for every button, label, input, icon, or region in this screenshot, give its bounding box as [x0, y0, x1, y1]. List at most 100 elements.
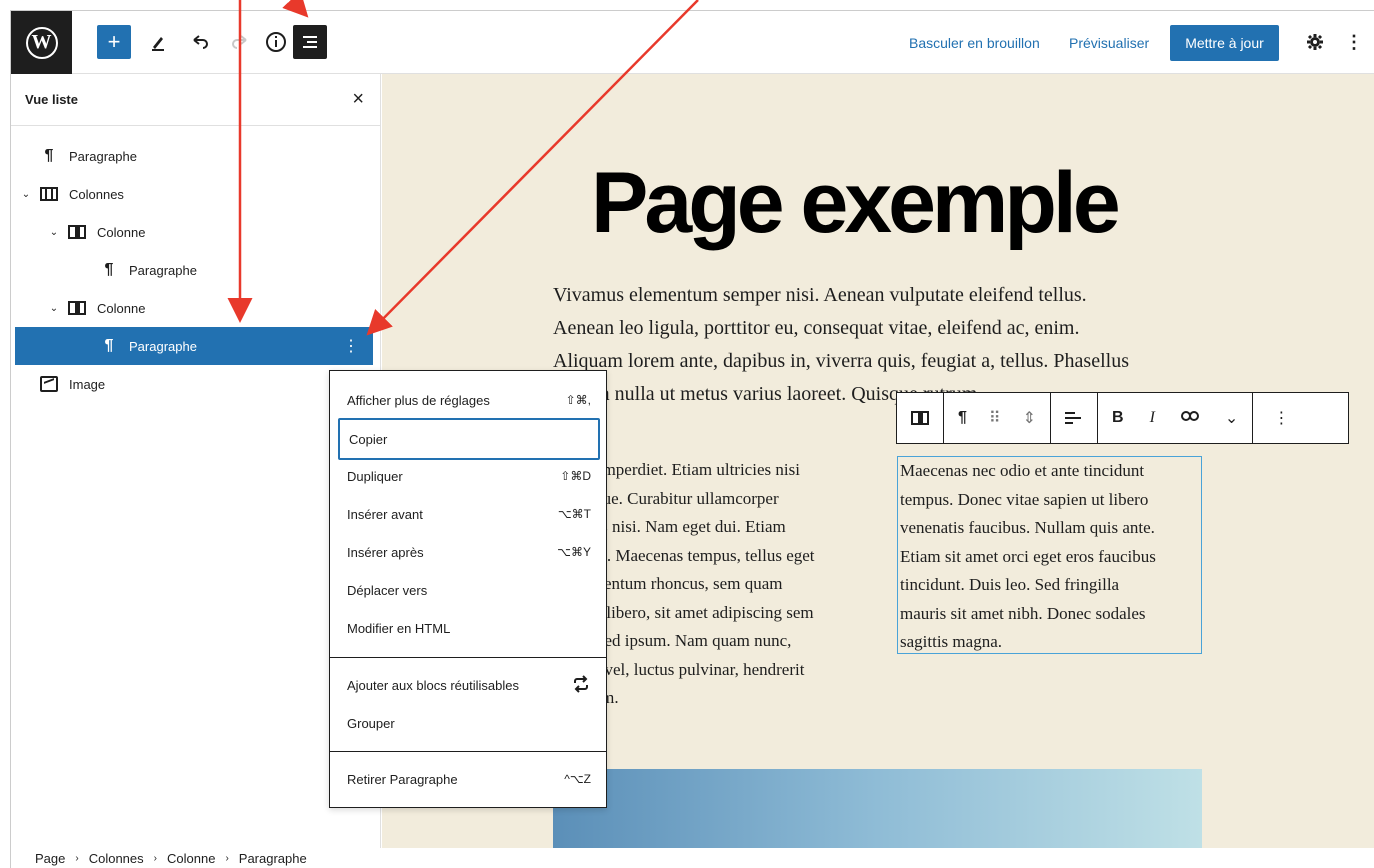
image-icon [39, 375, 59, 393]
menu-item-copy[interactable]: Copier [338, 418, 600, 460]
list-view-title: Vue liste [25, 92, 78, 107]
info-icon[interactable] [259, 25, 293, 59]
block-options-menu: Afficher plus de réglages ⇧⌘, Copier Dup… [329, 370, 607, 808]
columns-icon [39, 185, 59, 203]
wordpress-logo[interactable]: W [11, 11, 72, 74]
list-item-label: Paragraphe [129, 262, 197, 278]
chevron-right-icon: › [75, 852, 79, 864]
block-options-icon[interactable]: ⋮ [343, 336, 359, 356]
chevron-right-icon: › [153, 852, 157, 864]
menu-item-label: Modifier en HTML [347, 620, 451, 636]
chevron-down-icon[interactable]: ⌄ [47, 227, 61, 238]
right-column-paragraph-selected[interactable]: Maecenas nec odio et ante tincidunt temp… [897, 456, 1202, 654]
list-item-label: Paragraphe [69, 148, 137, 164]
page-title[interactable]: Page exemple [591, 154, 1121, 253]
gear-icon[interactable] [1298, 25, 1332, 59]
chevron-down-icon[interactable]: ⌄ [19, 189, 33, 200]
list-item-label: Colonne [97, 300, 146, 316]
wordpress-icon: W [25, 26, 58, 59]
list-item-paragraph[interactable]: ¶ Paragraphe [15, 137, 373, 175]
reusable-icon [571, 674, 591, 696]
italic-button[interactable]: I [1150, 409, 1155, 427]
paragraph-icon[interactable]: ¶ [958, 409, 967, 427]
menu-item-label: Insérer avant [347, 506, 423, 522]
menu-item-group[interactable]: Grouper [338, 704, 600, 742]
text-line: Aenean leo ligula, porttitor eu, consequ… [553, 317, 1080, 339]
menu-divider [330, 751, 606, 752]
menu-item-label: Dupliquer [347, 468, 403, 484]
more-vertical-icon[interactable]: ⋮ [1253, 393, 1309, 443]
text-line: venenatis faucibus. Nullam quis ante. [900, 518, 1155, 537]
drag-handle-icon[interactable]: ⠿ [989, 408, 1001, 428]
block-mover-group: ¶ ⠿ ⇕ [944, 393, 1052, 443]
list-view-icon[interactable] [293, 25, 327, 59]
breadcrumb: Page › Colonnes › Colonne › Paragraphe [11, 848, 1374, 868]
menu-item-insert-before[interactable]: Insérer avant ⌥⌘T [338, 495, 600, 533]
close-icon[interactable]: × [352, 88, 364, 111]
menu-item-shortcut: ^⌥Z [564, 772, 591, 786]
menu-item-shortcut: ⇧⌘D [560, 469, 591, 483]
breadcrumb-item-column[interactable]: Colonne [167, 851, 215, 866]
add-block-button[interactable]: + [97, 25, 131, 59]
link-icon[interactable] [1180, 409, 1199, 427]
editor-topbar: W + Basculer en brouillon Prévisualiser … [11, 11, 1374, 74]
paragraph-icon: ¶ [44, 147, 54, 164]
formatting-group: B I ⌄ [1098, 393, 1254, 443]
list-item-image[interactable]: Image [15, 365, 373, 403]
menu-item-shortcut: ⌥⌘T [557, 507, 591, 521]
list-item-columns[interactable]: ⌄ Colonnes [15, 175, 373, 213]
menu-item-move-to[interactable]: Déplacer vers [338, 571, 600, 609]
select-parent-button[interactable] [897, 393, 944, 443]
preview-button[interactable]: Prévisualiser [1069, 35, 1149, 51]
text-line: tincidunt. Duis leo. Sed fringilla [900, 575, 1120, 594]
menu-item-duplicate[interactable]: Dupliquer ⇧⌘D [338, 457, 600, 495]
redo-icon[interactable] [223, 25, 257, 59]
list-view-header: Vue liste × [11, 74, 380, 126]
image-block[interactable] [553, 769, 1202, 849]
menu-item-remove-paragraph[interactable]: Retirer Paragraphe ^⌥Z [338, 760, 600, 798]
switch-to-draft-button[interactable]: Basculer en brouillon [909, 35, 1040, 51]
move-up-down-icon[interactable]: ⇕ [1023, 408, 1036, 428]
list-item-paragraph-selected[interactable]: ¶ Paragraphe ⋮ [15, 327, 373, 365]
menu-item-show-more-settings[interactable]: Afficher plus de réglages ⇧⌘, [338, 381, 600, 419]
menu-item-label: Retirer Paragraphe [347, 771, 458, 787]
update-button[interactable]: Mettre à jour [1170, 25, 1279, 61]
menu-item-add-reusable[interactable]: Ajouter aux blocs réutilisables [338, 666, 600, 704]
list-item-column[interactable]: ⌄ Colonne [15, 213, 373, 251]
list-item-column[interactable]: ⌄ Colonne [15, 289, 373, 327]
bold-button[interactable]: B [1112, 409, 1124, 427]
list-item-label: Paragraphe [129, 338, 197, 354]
text-line: Aliquam lorem ante, dapibus in, viverra … [553, 350, 1129, 372]
text-line: Vivamus elementum semper nisi. Aenean vu… [553, 284, 1087, 306]
breadcrumb-item-paragraph: Paragraphe [238, 850, 307, 866]
more-vertical-icon[interactable]: ⋮ [1337, 25, 1371, 59]
menu-item-label: Copier [349, 431, 388, 447]
menu-item-label: Insérer après [347, 544, 424, 560]
chevron-down-icon[interactable]: ⌄ [1225, 408, 1238, 428]
list-item-label: Image [69, 376, 106, 392]
chevron-down-icon[interactable]: ⌄ [47, 303, 61, 314]
column-icon [67, 299, 87, 317]
undo-icon[interactable] [183, 25, 217, 59]
text-line: Maecenas nec odio et ante tincidunt [900, 461, 1145, 480]
menu-item-label: Afficher plus de réglages [347, 392, 490, 408]
menu-item-edit-html[interactable]: Modifier en HTML [338, 609, 600, 647]
paragraph-icon: ¶ [104, 261, 114, 278]
list-item-paragraph[interactable]: ¶ Paragraphe [15, 251, 373, 289]
menu-divider [330, 657, 606, 658]
column-icon [67, 223, 87, 241]
breadcrumb-item-page[interactable]: Page [35, 851, 65, 866]
breadcrumb-item-columns[interactable]: Colonnes [89, 851, 144, 866]
block-toolbar: ¶ ⠿ ⇕ B I ⌄ ⋮ [896, 392, 1349, 444]
menu-item-shortcut: ⌥⌘Y [557, 545, 591, 559]
column-icon [911, 409, 929, 427]
pencil-icon[interactable] [141, 25, 175, 59]
align-left-icon [1065, 412, 1082, 424]
menu-item-label: Déplacer vers [347, 582, 428, 598]
menu-item-insert-after[interactable]: Insérer après ⌥⌘Y [338, 533, 600, 571]
list-view-panel: Vue liste × ¶ Paragraphe ⌄ Colonnes ⌄ Co… [11, 74, 381, 849]
list-item-label: Colonne [97, 224, 146, 240]
list-item-label: Colonnes [69, 186, 124, 202]
align-button[interactable] [1051, 393, 1099, 443]
menu-item-shortcut: ⇧⌘, [565, 393, 591, 407]
